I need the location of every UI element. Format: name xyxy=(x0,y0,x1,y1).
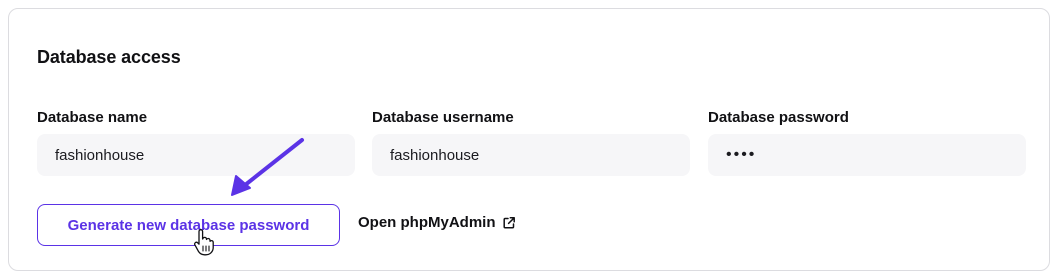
generate-password-label: Generate new database password xyxy=(67,216,310,234)
database-name-value: fashionhouse xyxy=(55,146,145,164)
database-username-label: Database username xyxy=(372,109,514,126)
section-title: Database access xyxy=(37,47,181,67)
external-link-icon xyxy=(502,216,515,229)
open-phpmyadmin-link[interactable]: Open phpMyAdmin xyxy=(358,214,516,231)
database-password-value: •••• xyxy=(726,146,757,163)
open-phpmyadmin-label: Open phpMyAdmin xyxy=(358,214,496,231)
database-name-field[interactable]: fashionhouse xyxy=(37,134,355,176)
database-name-label: Database name xyxy=(37,109,148,126)
database-password-field[interactable]: •••• xyxy=(708,134,1026,176)
database-username-field[interactable]: fashionhouse xyxy=(372,134,690,176)
database-username-value: fashionhouse xyxy=(390,146,480,164)
generate-password-button[interactable]: Generate new database password xyxy=(37,204,340,246)
database-password-label: Database password xyxy=(708,109,849,126)
database-access-card: Database access Database name fashionhou… xyxy=(8,8,1050,271)
